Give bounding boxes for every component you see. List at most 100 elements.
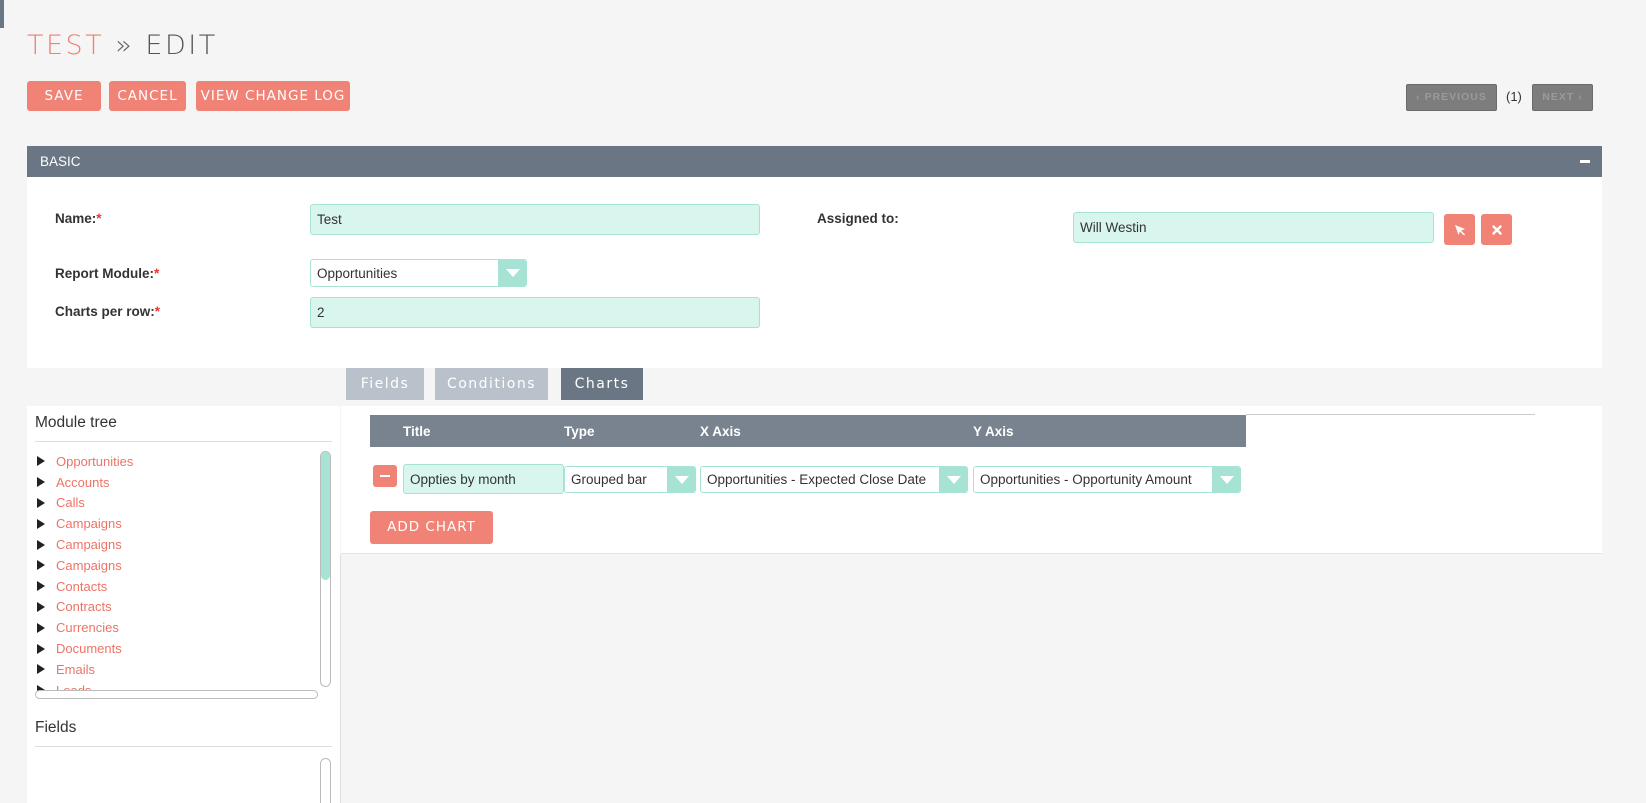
cancel-button[interactable]: CANCEL [109,81,186,111]
basic-panel-header[interactable]: BASIC [27,146,1602,177]
triangle-right-icon[interactable] [37,581,45,592]
triangle-right-icon[interactable] [37,664,45,675]
report-module-value: Opportunities [317,265,398,281]
tree-item-label[interactable]: Currencies [56,620,119,635]
required-mark: * [96,211,102,226]
column-y-axis: Y Axis [973,424,1014,439]
tab-conditions[interactable]: Conditions [435,368,548,400]
chevron-down-icon [939,467,967,492]
tree-item-label[interactable]: Contacts [56,579,107,594]
module-tree-panel: Module tree Opportunities Accounts Calls… [27,406,340,803]
tree-item[interactable]: Opportunities [35,451,315,472]
panel-title: BASIC [40,154,81,169]
tree-item[interactable]: Campaigns [35,555,315,576]
page-title-separator: » [115,30,135,61]
triangle-right-icon[interactable] [37,456,45,467]
pagination-count: (1) [1506,89,1522,104]
tree-item[interactable]: Campaigns [35,513,315,534]
remove-chart-button[interactable] [373,465,397,487]
view-change-log-button[interactable]: VIEW CHANGE LOG [196,81,350,111]
name-input[interactable]: Test [310,204,760,235]
column-type: Type [564,424,595,439]
assigned-to-input[interactable]: Will Westin [1073,212,1434,243]
tree-item-label[interactable]: Documents [56,641,122,656]
triangle-right-icon[interactable] [37,560,45,571]
chevron-down-icon [667,467,695,492]
tree-item[interactable]: Contracts [35,597,315,618]
save-button[interactable]: SAVE [27,81,101,111]
previous-button[interactable]: ‹ PREVIOUS [1406,84,1497,111]
chart-x-axis-select[interactable]: Opportunities - Expected Close Date [700,466,968,493]
tree-item-label[interactable]: Accounts [56,475,109,490]
chevron-down-icon [498,260,526,286]
clear-user-button[interactable] [1481,214,1512,245]
tree-item-label[interactable]: Calls [56,495,85,510]
chevron-right-icon: › [1578,91,1583,103]
cursor-arrow-icon [1454,224,1465,235]
column-x-axis: X Axis [700,424,741,439]
tree-item[interactable]: Emails [35,659,315,680]
tree-item-label[interactable]: Contracts [56,599,112,614]
report-module-label-text: Report Module: [55,266,154,281]
module-tree-list[interactable]: Opportunities Accounts Calls Campaigns C… [35,451,315,692]
collapse-icon[interactable] [1580,160,1590,163]
next-label: NEXT [1542,91,1575,103]
charts-per-row-label: Charts per row:* [55,304,160,319]
triangle-right-icon[interactable] [37,518,45,529]
tree-item-label[interactable]: Campaigns [56,558,122,573]
tree-item-label[interactable]: Campaigns [56,516,122,531]
name-label: Name:* [55,211,102,226]
module-tree-horizontal-scrollbar[interactable] [35,690,318,699]
tree-item[interactable]: Calls [35,493,315,514]
chart-type-select[interactable]: Grouped bar [564,466,696,493]
page-title-module: TEST [27,30,105,61]
name-label-text: Name: [55,211,97,226]
close-icon [1491,224,1502,235]
triangle-right-icon[interactable] [37,643,45,654]
previous-label: PREVIOUS [1424,91,1487,103]
triangle-right-icon[interactable] [37,539,45,550]
tab-fields[interactable]: Fields [346,368,424,400]
add-chart-button[interactable]: ADD CHART [370,511,493,544]
triangle-right-icon[interactable] [37,601,45,612]
basic-panel-body [27,177,1602,368]
module-tree-vertical-scrollbar[interactable] [320,451,331,687]
tree-item[interactable]: Campaigns [35,534,315,555]
chart-y-axis-select[interactable]: Opportunities - Opportunity Amount [973,466,1241,493]
report-module-label: Report Module:* [55,266,159,281]
chart-type-value: Grouped bar [571,472,647,487]
divider [35,441,332,442]
required-mark: * [154,266,160,281]
required-mark: * [154,304,161,319]
charts-table-header: Title Type X Axis Y Axis [370,415,1246,447]
fields-vertical-scrollbar[interactable] [320,758,331,803]
tree-item[interactable]: Currencies [35,617,315,638]
column-title: Title [403,424,431,439]
module-tree-title: Module tree [35,414,117,431]
tree-item-label[interactable]: Campaigns [56,537,122,552]
chevron-down-icon [1212,467,1240,492]
next-button[interactable]: NEXT › [1532,84,1593,111]
report-module-select[interactable]: Opportunities [310,259,527,287]
scrollbar-thumb[interactable] [321,452,330,580]
tree-item[interactable]: Contacts [35,576,315,597]
tree-item-label[interactable]: Opportunities [56,454,133,469]
tree-item[interactable]: Accounts [35,472,315,493]
chart-title-input[interactable]: Oppties by month [403,464,564,494]
triangle-right-icon[interactable] [37,477,45,488]
chevron-left-icon: ‹ [1416,91,1421,103]
triangle-right-icon[interactable] [37,622,45,633]
chart-x-axis-value: Opportunities - Expected Close Date [707,472,927,487]
divider [35,746,332,747]
triangle-right-icon[interactable] [37,497,45,508]
corner-indicator [0,0,4,28]
tree-item-label[interactable]: Emails [56,662,95,677]
tab-charts[interactable]: Charts [561,368,643,400]
page-title: TEST » EDIT [27,30,218,61]
charts-per-row-input[interactable]: 2 [310,297,760,328]
chart-y-axis-value: Opportunities - Opportunity Amount [980,472,1192,487]
page-title-action: EDIT [145,30,218,61]
select-user-button[interactable] [1444,214,1475,245]
assigned-to-label: Assigned to: [817,211,899,226]
tree-item[interactable]: Documents [35,638,315,659]
